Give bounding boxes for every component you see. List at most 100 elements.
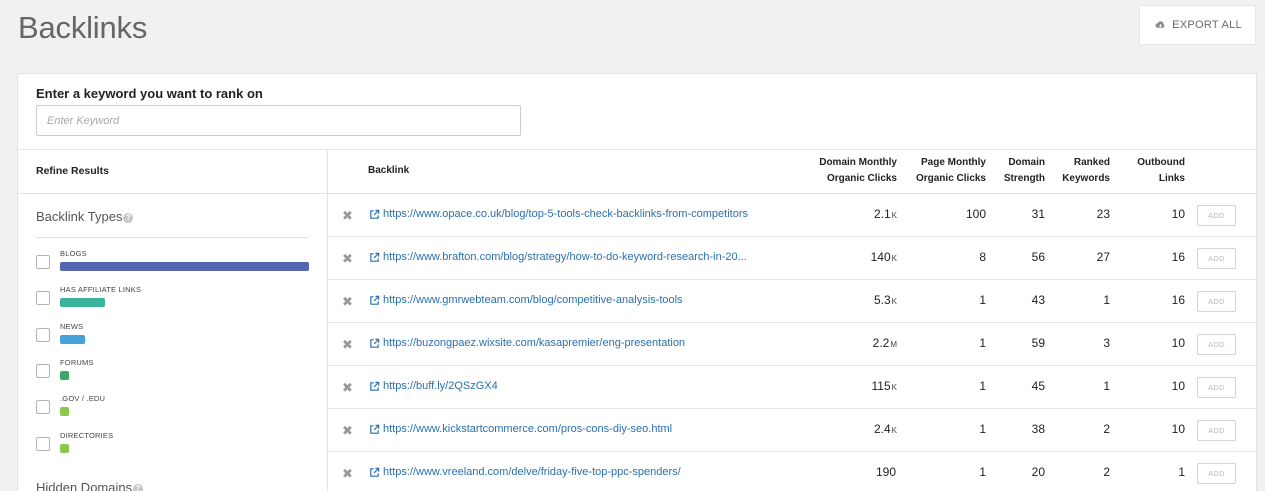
- domain-monthly-clicks-unit: M: [890, 340, 897, 349]
- filter-share-bar: [60, 371, 69, 380]
- filter-item[interactable]: FORUMS: [36, 358, 311, 388]
- domain-monthly-clicks-unit: K: [891, 426, 897, 435]
- col-header-line: Strength: [1003, 173, 1045, 184]
- col-header-line: Links: [1158, 173, 1185, 184]
- help-icon[interactable]: ?: [123, 213, 134, 223]
- ranked-keywords-cell: 1: [1103, 293, 1110, 307]
- filter-share-bar: [60, 407, 69, 416]
- table-row: ✖ https://www.kickstartcommerce.com/pros-…: [328, 409, 1258, 452]
- domain-strength-cell: 20: [1031, 465, 1045, 479]
- backlink-url[interactable]: https://www.gmrwebteam.com/blog/competit…: [383, 294, 683, 306]
- backlink-url[interactable]: https://www.kickstartcommerce.com/pros-c…: [383, 423, 672, 435]
- backlink-types-label: Backlink Types: [36, 209, 123, 224]
- filter-item[interactable]: DIRECTORIES: [36, 431, 311, 461]
- domain-monthly-clicks-value: 2.1: [873, 207, 891, 221]
- page-monthly-clicks-cell: 100: [965, 207, 986, 221]
- col-header-outbound-links[interactable]: Outbound Links: [1137, 155, 1185, 187]
- backlink-url[interactable]: https://www.vreeland.com/delve/friday-fi…: [383, 466, 681, 478]
- col-header-line: Organic Clicks: [826, 173, 897, 184]
- remove-row-icon[interactable]: ✖: [342, 294, 353, 310]
- keyword-search-label: Enter a keyword you want to rank on: [36, 86, 263, 101]
- backlink-url[interactable]: https://www.opace.co.uk/blog/top-5-tools…: [383, 208, 748, 220]
- backlink-url[interactable]: https://buzongpaez.wixsite.com/kasapremi…: [383, 337, 685, 349]
- external-link-icon: [370, 295, 380, 305]
- hidden-domains-title: Hidden Domains?: [36, 480, 144, 491]
- domain-monthly-clicks-cell: 190: [876, 465, 897, 479]
- filter-item[interactable]: BLOGS: [36, 249, 311, 279]
- external-link-icon: [370, 381, 380, 391]
- col-header-line: Keywords: [1062, 173, 1110, 184]
- filter-checkbox[interactable]: [36, 400, 50, 414]
- filter-checkbox[interactable]: [36, 364, 50, 378]
- filter-label: BLOGS: [60, 249, 87, 258]
- domain-monthly-clicks-cell: 115K: [872, 379, 897, 393]
- ranked-keywords-cell: 23: [1096, 207, 1110, 221]
- filter-item[interactable]: HAS AFFILIATE LINKS: [36, 285, 311, 315]
- add-button[interactable]: ADD: [1197, 291, 1236, 312]
- filter-share-bar: [60, 298, 105, 307]
- filter-item[interactable]: NEWS: [36, 322, 311, 352]
- add-button[interactable]: ADD: [1197, 377, 1236, 398]
- page-monthly-clicks-cell: 1: [979, 422, 986, 436]
- add-button[interactable]: ADD: [1197, 334, 1236, 355]
- filter-checkbox[interactable]: [36, 255, 50, 269]
- page-title: Backlinks: [18, 10, 148, 45]
- filter-checkbox[interactable]: [36, 437, 50, 451]
- col-header-backlink[interactable]: Backlink: [368, 163, 409, 179]
- filter-label: DIRECTORIES: [60, 431, 114, 440]
- table-row: ✖ https://www.opace.co.uk/blog/top-5-tool…: [328, 194, 1258, 237]
- export-all-button[interactable]: EXPORT ALL: [1139, 5, 1256, 45]
- table-row: ✖ https://www.gmrwebteam.com/blog/competi…: [328, 280, 1258, 323]
- domain-monthly-clicks-value: 190: [875, 465, 896, 479]
- domain-monthly-clicks-value: 2.4: [873, 422, 891, 436]
- domain-strength-cell: 31: [1031, 207, 1045, 221]
- domain-strength-cell: 56: [1031, 250, 1045, 264]
- filter-share-bar: [60, 335, 85, 344]
- add-button[interactable]: ADD: [1197, 248, 1236, 269]
- filter-label: HAS AFFILIATE LINKS: [60, 285, 142, 294]
- backlinks-panel: Enter a keyword you want to rank on Refi…: [17, 73, 1258, 491]
- add-button[interactable]: ADD: [1197, 420, 1236, 441]
- backlink-types-title: Backlink Types?: [36, 209, 134, 224]
- backlinks-table: Backlink Domain Monthly Organic Clicks P…: [328, 149, 1258, 491]
- backlink-url[interactable]: https://buff.ly/2QSzGX4: [383, 380, 498, 392]
- page-monthly-clicks-cell: 8: [979, 250, 986, 264]
- page-monthly-clicks-cell: 1: [979, 379, 986, 393]
- domain-monthly-clicks-cell: 140K: [871, 250, 897, 264]
- domain-strength-cell: 43: [1031, 293, 1045, 307]
- help-icon[interactable]: ?: [133, 484, 144, 491]
- domain-monthly-clicks-value: 140: [870, 250, 891, 264]
- ranked-keywords-cell: 2: [1103, 422, 1110, 436]
- col-header-line: Outbound: [1137, 157, 1185, 168]
- remove-row-icon[interactable]: ✖: [342, 337, 353, 353]
- filter-share-bar: [60, 262, 309, 271]
- domain-monthly-clicks-cell: 2.1K: [874, 207, 897, 221]
- page-monthly-clicks-cell: 1: [979, 465, 986, 479]
- col-header-ranked-keywords[interactable]: Ranked Keywords: [1062, 155, 1110, 187]
- outbound-links-cell: 10: [1171, 207, 1185, 221]
- filter-checkbox[interactable]: [36, 291, 50, 305]
- add-button[interactable]: ADD: [1197, 463, 1236, 484]
- remove-row-icon[interactable]: ✖: [342, 251, 353, 267]
- page-monthly-clicks-cell: 1: [979, 336, 986, 350]
- add-button[interactable]: ADD: [1197, 205, 1236, 226]
- col-header-page-monthly-clicks[interactable]: Page Monthly Organic Clicks: [916, 155, 986, 187]
- keyword-search-area: Enter a keyword you want to rank on: [18, 74, 1256, 149]
- backlink-url[interactable]: https://www.brafton.com/blog/strategy/ho…: [383, 251, 747, 263]
- keyword-input[interactable]: [36, 105, 521, 136]
- col-header-domain-strength[interactable]: Domain Strength: [1004, 155, 1045, 187]
- filter-item[interactable]: .GOV / .EDU: [36, 394, 311, 424]
- filter-label: FORUMS: [60, 358, 94, 367]
- remove-row-icon[interactable]: ✖: [342, 380, 353, 396]
- remove-row-icon[interactable]: ✖: [342, 423, 353, 439]
- filter-share-bar: [60, 444, 69, 453]
- col-header-line: Organic Clicks: [915, 173, 986, 184]
- table-row: ✖ https://www.brafton.com/blog/strategy/h…: [328, 237, 1258, 280]
- remove-row-icon[interactable]: ✖: [342, 208, 353, 224]
- domain-monthly-clicks-unit: K: [891, 383, 897, 392]
- domain-monthly-clicks-unit: K: [891, 254, 897, 263]
- col-header-domain-monthly-clicks[interactable]: Domain Monthly Organic Clicks: [819, 155, 897, 187]
- remove-row-icon[interactable]: ✖: [342, 466, 353, 482]
- filter-checkbox[interactable]: [36, 328, 50, 342]
- ranked-keywords-cell: 3: [1103, 336, 1110, 350]
